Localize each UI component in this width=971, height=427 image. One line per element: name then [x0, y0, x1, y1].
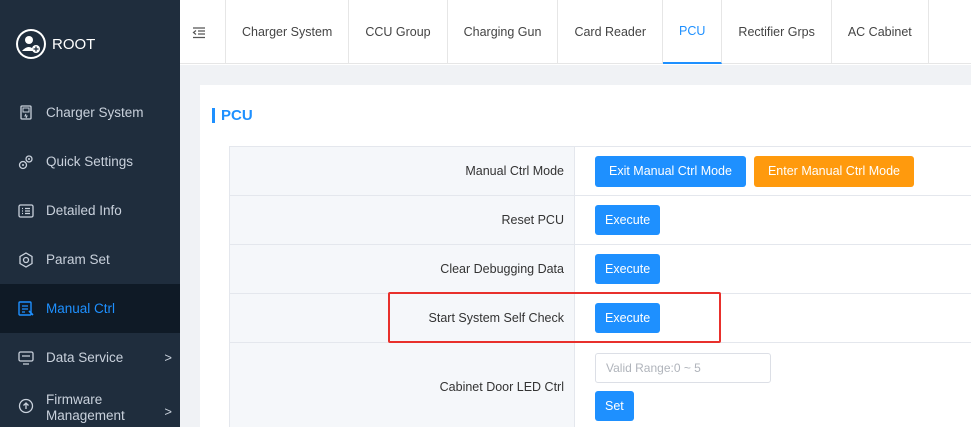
panel-title: PCU	[212, 107, 253, 124]
row-label: Reset PCU	[229, 196, 575, 244]
table-row: Reset PCU Execute	[229, 196, 971, 245]
tab-charger-system[interactable]: Charger System	[226, 0, 350, 64]
row-value: Execute	[575, 245, 971, 293]
sidebar-item-data-service[interactable]: Data Service >	[0, 333, 180, 382]
sidebar-item-manual-ctrl[interactable]: Manual Ctrl	[0, 284, 180, 333]
sidebar-item-param-set[interactable]: Param Set	[0, 235, 180, 284]
brand: ROOT	[0, 0, 180, 88]
chevron-right-icon: >	[164, 350, 172, 365]
sidebar: ROOT Charger System Quick Settings Detai…	[0, 0, 180, 427]
sidebar-item-label: Quick Settings	[46, 154, 134, 169]
table-row: Manual Ctrl Mode Exit Manual Ctrl Mode E…	[229, 147, 971, 196]
manual-icon	[18, 300, 34, 317]
user-avatar-icon	[16, 29, 46, 59]
settings-icon	[18, 251, 34, 268]
panel-title-text: PCU	[221, 107, 253, 124]
table-row: Cabinet Door LED Ctrl Set	[229, 343, 971, 427]
tab-bar: Charger System CCU Group Charging Gun Ca…	[225, 0, 929, 64]
sidebar-item-label: Param Set	[46, 252, 110, 267]
row-value: Exit Manual Ctrl Mode Enter Manual Ctrl …	[575, 147, 971, 195]
top-bar: Charger System CCU Group Charging Gun Ca…	[180, 0, 971, 64]
row-label: Start System Self Check	[229, 294, 575, 342]
sidebar-item-label-line1: Firmware	[46, 392, 103, 407]
data-icon	[18, 350, 34, 366]
start-self-check-execute-button[interactable]: Execute	[595, 303, 661, 333]
exit-manual-ctrl-mode-button[interactable]: Exit Manual Ctrl Mode	[595, 155, 746, 187]
row-value: Execute	[575, 294, 971, 342]
sidebar-item-label: Detailed Info	[46, 203, 122, 218]
sidebar-item-label: Data Service	[46, 350, 124, 365]
title-accent-bar	[212, 108, 215, 123]
row-value: Set	[575, 343, 971, 427]
brand-title: ROOT	[52, 35, 96, 53]
sidebar-item-detailed-info[interactable]: Detailed Info	[0, 186, 180, 235]
row-label: Clear Debugging Data	[229, 245, 575, 293]
sidebar-item-quick-settings[interactable]: Quick Settings	[0, 137, 180, 186]
list-icon	[18, 203, 34, 219]
enter-manual-ctrl-mode-button[interactable]: Enter Manual Ctrl Mode	[753, 155, 914, 187]
tab-ac-cabinet[interactable]: AC Cabinet	[832, 0, 929, 64]
sidebar-item-label: Manual Ctrl	[46, 301, 116, 316]
led-ctrl-input[interactable]	[595, 352, 771, 383]
upload-icon	[18, 398, 34, 414]
row-value: Execute	[575, 196, 971, 244]
tab-charging-gun[interactable]: Charging Gun	[448, 0, 559, 64]
sidebar-item-label: Firmware Management	[46, 392, 125, 424]
row-label: Manual Ctrl Mode	[229, 147, 575, 195]
tab-card-reader[interactable]: Card Reader	[558, 0, 664, 64]
table-row: Start System Self Check Execute	[229, 294, 971, 343]
row-label: Cabinet Door LED Ctrl	[229, 343, 575, 427]
menu-collapse-icon[interactable]	[192, 26, 206, 44]
sidebar-item-label-line2: Management	[46, 408, 125, 423]
charger-icon	[18, 104, 34, 121]
table-row: Clear Debugging Data Execute	[229, 245, 971, 294]
tab-pcu[interactable]: PCU	[663, 0, 723, 64]
clear-debugging-data-execute-button[interactable]: Execute	[595, 254, 661, 284]
led-ctrl-set-button[interactable]: Set	[595, 390, 634, 421]
sidebar-item-firmware-management[interactable]: Firmware Management >	[0, 382, 180, 427]
sidebar-item-charger-system[interactable]: Charger System	[0, 88, 180, 137]
reset-pcu-execute-button[interactable]: Execute	[595, 205, 661, 235]
control-table: Manual Ctrl Mode Exit Manual Ctrl Mode E…	[229, 146, 971, 427]
chevron-right-icon: >	[164, 404, 172, 419]
gears-icon	[18, 154, 34, 170]
sidebar-item-label: Charger System	[46, 105, 144, 120]
tab-ccu-group[interactable]: CCU Group	[349, 0, 448, 64]
tab-rectifier-grps[interactable]: Rectifier Grps	[722, 0, 832, 64]
